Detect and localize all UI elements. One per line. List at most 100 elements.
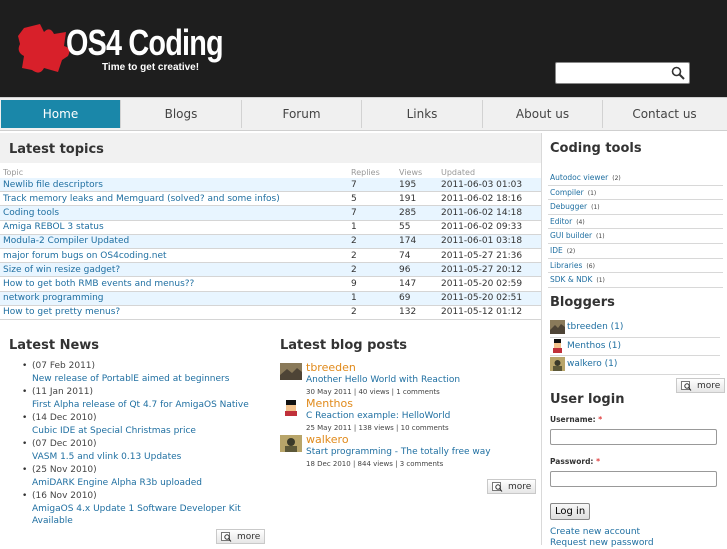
tool-category-item[interactable]: Autodoc viewer (2) xyxy=(548,171,723,186)
tab-home[interactable]: Home xyxy=(1,100,121,128)
views-cell: 191 xyxy=(399,191,441,207)
col-views-header: Views xyxy=(399,167,423,177)
bloggers-more-label: more xyxy=(697,381,721,391)
create-account-link[interactable]: Create new account xyxy=(550,527,725,538)
views-cell: 96 xyxy=(399,262,441,278)
post-meta: 25 May 2011 | 138 views | 10 comments xyxy=(306,424,449,432)
updated-cell: 2011-06-03 01:03 xyxy=(441,178,541,193)
topic-link[interactable]: Newlib file descriptors xyxy=(3,180,103,190)
search-box xyxy=(555,62,690,86)
user-login-title: User login xyxy=(550,392,625,407)
coding-tools-list: Autodoc viewer (2) Compiler (1) Debugger (1) E… xyxy=(548,171,723,288)
post-title[interactable]: C Reaction example: HelloWorld xyxy=(306,411,450,421)
post-author[interactable]: walkero xyxy=(306,433,349,446)
post-comments: 3 comments xyxy=(399,460,444,468)
news-item: (07 Dec 2010) VASM 1.5 and vlink 0.13 Upd… xyxy=(22,438,269,464)
puzzle-logo-icon xyxy=(18,24,70,73)
blogger-item[interactable]: walkero (1) xyxy=(550,356,720,375)
topic-link[interactable]: Modula-2 Compiler Updated xyxy=(3,236,129,246)
views-cell: 55 xyxy=(399,220,441,235)
latest-topics-title: Latest topics xyxy=(9,142,104,157)
request-password-link[interactable]: Request new password xyxy=(550,538,725,549)
main-nav: Home Blogs Forum Links About us Contact … xyxy=(0,97,727,131)
tool-category-item[interactable]: Debugger (1) xyxy=(548,200,723,215)
news-link[interactable]: AmiDARK Engine Alpha R3b uploaded xyxy=(32,477,269,490)
updated-cell: 2011-06-02 14:18 xyxy=(441,205,541,221)
post-comments: 10 comments xyxy=(400,424,449,432)
blogger-label: walkero (1) xyxy=(567,359,618,369)
topic-link[interactable]: Size of win resize gadget? xyxy=(3,265,120,275)
topic-link[interactable]: How to get pretty menus? xyxy=(3,307,120,317)
site-logo[interactable]: OS4 Coding Time to get creative! xyxy=(10,18,224,82)
news-link[interactable]: Cubic IDE at Special Christmas price xyxy=(32,425,269,438)
latest-news: Latest News (07 Feb 2011) New release of … xyxy=(9,338,269,529)
avatar xyxy=(550,357,565,371)
news-link[interactable]: New release of PortablE aimed at beginne… xyxy=(32,373,269,386)
news-item: (11 Jan 2011) First Alpha release of Qt 4… xyxy=(22,386,269,412)
username-field[interactable] xyxy=(550,429,717,445)
password-label-text: Password: xyxy=(550,457,594,466)
topics-table: Topic Replies Views Updated Newlib file … xyxy=(0,166,541,320)
topic-link[interactable]: Track memory leaks and Memguard (solved?… xyxy=(3,194,280,204)
table-row: major forum bugs on OS4coding.net 2 74 2011… xyxy=(0,248,541,264)
topic-link[interactable]: network programming xyxy=(3,293,104,303)
tool-category-count: (1) xyxy=(591,204,600,212)
post-title[interactable]: Start programming - The totally free way xyxy=(306,447,491,457)
tool-category-item[interactable]: Compiler (1) xyxy=(548,186,723,201)
tab-blogs[interactable]: Blogs xyxy=(121,100,242,128)
post-title[interactable]: Another Hello World with Reaction xyxy=(306,375,460,385)
post-author[interactable]: tbreeden xyxy=(306,361,356,374)
tab-about-us[interactable]: About us xyxy=(483,100,603,128)
tool-category-item[interactable]: GUI builder (1) xyxy=(548,229,723,244)
news-more-button[interactable]: more xyxy=(216,529,266,544)
blogger-item[interactable]: Menthos (1) xyxy=(550,338,720,356)
site-header: OS4 Coding Time to get creative! xyxy=(0,0,727,97)
views-cell: 147 xyxy=(399,276,441,292)
topic-cell: How to get pretty menus? xyxy=(0,305,347,320)
tool-category-item[interactable]: Editor (4) xyxy=(548,215,723,230)
tool-category-item[interactable]: IDE (2) xyxy=(548,244,723,259)
news-item: (07 Feb 2011) New release of PortablE aim… xyxy=(22,360,269,386)
post-views: 40 views xyxy=(358,388,390,396)
updated-cell: 2011-05-20 02:51 xyxy=(441,291,541,306)
news-link[interactable]: VASM 1.5 and vlink 0.13 Updates xyxy=(32,451,269,464)
tool-category-label: SDK & NDK xyxy=(550,275,593,285)
tab-contact-us[interactable]: Contact us xyxy=(603,100,726,128)
topic-link[interactable]: Coding tools xyxy=(3,208,59,218)
password-label: Password: * xyxy=(550,457,725,466)
table-row: Coding tools 7 285 2011-06-02 14:18 xyxy=(0,205,541,221)
news-item: (16 Nov 2010) AmigaOS 4.x Update 1 Softwa… xyxy=(22,490,269,528)
post-author[interactable]: Menthos xyxy=(306,397,353,410)
blogger-item[interactable]: tbreeden (1) xyxy=(550,319,720,338)
news-link[interactable]: First Alpha release of Qt 4.7 for AmigaO… xyxy=(32,399,269,412)
topic-link[interactable]: How to get both RMB events and menus?? xyxy=(3,279,194,289)
tab-forum[interactable]: Forum xyxy=(242,100,362,128)
tool-category-count: (1) xyxy=(596,233,605,241)
tool-category-label: Editor xyxy=(550,216,573,226)
topic-link[interactable]: Amiga REBOL 3 status xyxy=(3,222,104,232)
tool-category-item[interactable]: Libraries (6) xyxy=(548,259,723,274)
views-cell: 285 xyxy=(399,205,441,221)
table-row: Newlib file descriptors 7 195 2011-06-03 01… xyxy=(0,178,541,193)
more-icon xyxy=(681,381,692,391)
replies-cell: 2 xyxy=(347,248,399,264)
search-input[interactable] xyxy=(556,65,670,86)
search-icon[interactable] xyxy=(671,66,685,80)
tab-links[interactable]: Links xyxy=(362,100,483,128)
tool-category-count: (1) xyxy=(587,189,597,197)
replies-cell: 1 xyxy=(347,291,399,306)
blog-more-button[interactable]: more xyxy=(487,479,537,494)
updated-cell: 2011-06-02 09:33 xyxy=(441,220,541,235)
blog-post: Menthos C Reaction example: HelloWorld 25 … xyxy=(280,397,535,433)
news-link[interactable]: AmigaOS 4.x Update 1 Software Developer … xyxy=(32,503,269,528)
replies-cell: 2 xyxy=(347,305,399,320)
topic-link[interactable]: major forum bugs on OS4coding.net xyxy=(3,251,167,261)
avatar xyxy=(550,320,565,334)
bloggers-more-button[interactable]: more xyxy=(676,378,726,393)
tool-category-item[interactable]: SDK & NDK (1) xyxy=(548,273,723,288)
replies-cell: 1 xyxy=(347,220,399,235)
topic-cell: Track memory leaks and Memguard (solved?… xyxy=(0,191,347,207)
password-field[interactable] xyxy=(550,471,717,487)
topic-cell: Newlib file descriptors xyxy=(0,178,347,193)
login-button[interactable]: Log in xyxy=(550,503,591,520)
